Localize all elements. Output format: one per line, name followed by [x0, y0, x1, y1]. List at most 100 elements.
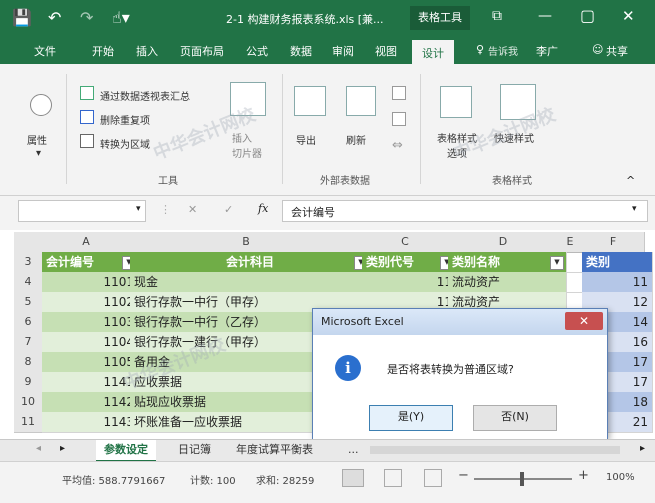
refresh-button[interactable]: 刷新 [346, 132, 366, 147]
tab-review[interactable]: 审阅 [332, 43, 354, 59]
table-header-cell[interactable]: 类别名称 ▼ [448, 252, 567, 273]
undo-icon[interactable]: ↶ [48, 8, 61, 27]
tab-design[interactable]: 设计 [412, 40, 454, 64]
more-sheets[interactable]: ... [340, 440, 367, 460]
row-header[interactable]: 5 [14, 292, 43, 313]
insert-slicer-button[interactable]: 插入 切片器 [232, 130, 272, 160]
quick-styles-button[interactable]: 快速样式 [494, 130, 534, 145]
restore-button[interactable]: ▢ [580, 6, 595, 25]
normal-view-icon[interactable] [342, 469, 364, 487]
table-cell-code[interactable]: 1142 [42, 392, 139, 413]
zoom-in-button[interactable]: + [578, 468, 589, 483]
table-cell-code[interactable]: 1103 [42, 312, 139, 333]
yes-button[interactable]: 是(Y) [369, 405, 453, 431]
select-all-corner[interactable] [14, 232, 43, 253]
dialog-title: Microsoft Excel [313, 309, 607, 335]
sheet-tab-active[interactable]: 参数设定 [96, 440, 156, 462]
touch-mode-icon[interactable]: ☝▾ [112, 8, 130, 27]
context-tab-label: 表格工具 [410, 6, 470, 30]
column-header-b[interactable]: B [130, 232, 363, 253]
table-cell-code[interactable]: 1104 [42, 332, 139, 353]
status-bar: 平均值: 588.7791667 计数: 100 求和: 28259 − + 1… [0, 461, 655, 503]
properties-icon[interactable] [30, 94, 52, 116]
zoom-slider-thumb[interactable] [520, 472, 524, 486]
properties-small-icon[interactable] [392, 86, 406, 100]
table-cell-code[interactable]: 1143 [42, 412, 139, 433]
row-header[interactable]: 10 [14, 392, 43, 413]
enter-formula-icon[interactable]: ✓ [224, 203, 233, 216]
style-options-button[interactable]: 表格样式 选项 [432, 130, 482, 160]
user-name[interactable]: 李广 [536, 43, 558, 59]
tab-home[interactable]: 开始 [92, 43, 114, 59]
table-cell-f[interactable]: 11 [582, 272, 653, 293]
column-header-e[interactable]: E [558, 232, 583, 253]
page-break-view-icon[interactable] [424, 469, 442, 487]
no-button[interactable]: 否(N) [473, 405, 557, 431]
tab-view[interactable]: 视图 [375, 43, 397, 59]
prev-sheet-icon[interactable]: ◂ [36, 443, 41, 454]
table-cell-code[interactable]: 1141 [42, 372, 139, 393]
tab-insert[interactable]: 插入 [136, 43, 158, 59]
column-header-a[interactable]: A [42, 232, 131, 253]
summarize-pivot-button[interactable]: 通过数据透视表汇总 [100, 88, 190, 103]
name-box[interactable] [18, 200, 146, 222]
tab-data[interactable]: 数据 [290, 43, 312, 59]
minimize-button[interactable]: — [538, 8, 552, 24]
name-box-dropdown-icon[interactable]: ▾ [136, 204, 141, 214]
unlink-icon[interactable]: ⇔ [392, 138, 403, 153]
export-button[interactable]: 导出 [296, 132, 316, 147]
scroll-right-icon[interactable]: ▸ [640, 443, 645, 454]
dialog-close-button[interactable]: ✕ [565, 312, 603, 330]
table-cell-cat-name[interactable]: 流动资产 [448, 272, 567, 293]
cancel-formula-icon[interactable]: ✕ [188, 203, 197, 216]
properties-button[interactable]: 属性 [27, 132, 47, 147]
table-cell-code[interactable]: 1101 [42, 272, 139, 293]
pivot-icon [80, 86, 94, 100]
table-header-cell[interactable]: 类别 [582, 252, 653, 273]
column-header-d[interactable]: D [448, 232, 559, 253]
zoom-out-button[interactable]: − [458, 468, 469, 483]
tab-page-layout[interactable]: 页面布局 [180, 43, 224, 59]
row-header[interactable]: 3 [14, 252, 43, 273]
redo-icon[interactable]: ↷ [80, 8, 93, 27]
table-cell-code[interactable]: 1105 [42, 352, 139, 373]
row-header[interactable]: 11 [14, 412, 43, 433]
table-header-cell[interactable]: 会计科目 ▼ [130, 252, 371, 273]
remove-duplicates-button[interactable]: 删除重复项 [100, 112, 150, 127]
share-button[interactable]: 共享 [606, 43, 628, 59]
collapse-ribbon-icon[interactable]: ^ [626, 174, 635, 187]
column-header-f[interactable]: F [582, 232, 645, 253]
tab-file[interactable]: 文件 [34, 43, 56, 59]
page-layout-view-icon[interactable] [384, 469, 402, 487]
table-cell-subject[interactable]: 现金 [130, 272, 371, 293]
row-header[interactable]: 8 [14, 352, 43, 373]
close-button[interactable]: ✕ [622, 7, 635, 25]
column-header-c[interactable]: C [362, 232, 449, 253]
ribbon-tabs: 文件 开始 插入 页面布局 公式 数据 审阅 视图 设计 ♀ 告诉我 李广 ☺ … [0, 36, 655, 64]
row-header[interactable]: 7 [14, 332, 43, 353]
insert-function-icon[interactable]: fx [258, 202, 268, 215]
table-header-cell[interactable]: 会计编号 ▼ [42, 252, 139, 273]
row-header[interactable]: 6 [14, 312, 43, 333]
horizontal-scrollbar[interactable] [370, 446, 620, 454]
tab-formulas[interactable]: 公式 [246, 43, 268, 59]
next-sheet-icon[interactable]: ▸ [60, 443, 65, 454]
style-options-icon [440, 86, 472, 118]
expand-formula-icon[interactable]: ▾ [632, 204, 637, 214]
info-icon: i [335, 355, 361, 381]
sheet-tab[interactable]: 日记簿 [170, 440, 219, 460]
tell-me-box[interactable]: 告诉我 [488, 43, 518, 58]
open-browser-icon[interactable] [392, 112, 406, 126]
table-cell-code[interactable]: 1102 [42, 292, 139, 313]
properties-dropdown-icon[interactable]: ▾ [36, 148, 41, 159]
convert-to-range-button[interactable]: 转换为区域 [100, 136, 150, 151]
table-cell-cat-code[interactable]: 11 [362, 272, 457, 293]
zoom-level[interactable]: 100% [606, 472, 635, 483]
row-header[interactable]: 9 [14, 372, 43, 393]
save-icon[interactable]: 💾 [12, 8, 32, 27]
ribbon-display-icon[interactable]: ⧉ [492, 8, 502, 24]
sheet-tab[interactable]: 年度试算平衡表 [228, 440, 321, 460]
formula-input[interactable]: 会计编号 [282, 200, 648, 222]
table-header-cell[interactable]: 类别代号 ▼ [362, 252, 457, 273]
row-header[interactable]: 4 [14, 272, 43, 293]
